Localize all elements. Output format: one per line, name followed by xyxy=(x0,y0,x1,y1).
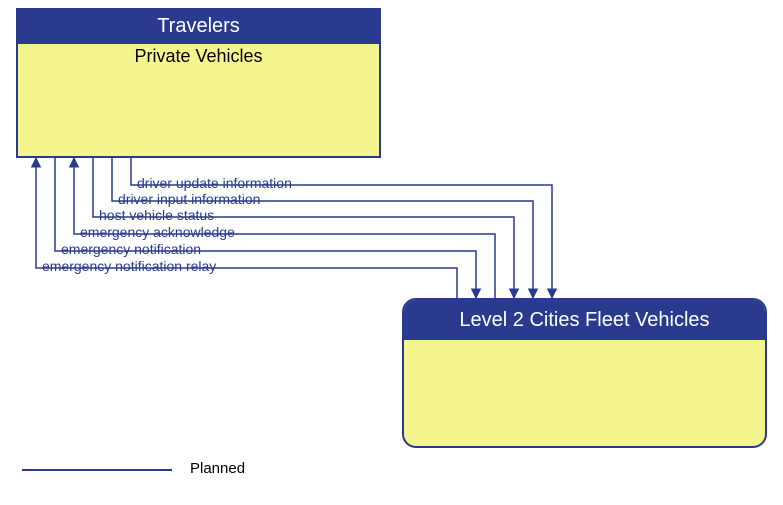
flow-label: driver update information xyxy=(137,175,292,191)
flow-label: driver input information xyxy=(118,191,260,207)
legend-planned-line xyxy=(22,469,172,471)
flow-label: emergency notification relay xyxy=(42,258,216,274)
entity-header: Level 2 Cities Fleet Vehicles xyxy=(404,300,765,340)
entity-header: Travelers xyxy=(18,10,379,44)
legend-planned-label: Planned xyxy=(190,460,245,477)
flow-label: host vehicle status xyxy=(99,207,214,223)
entity-private-vehicles: Travelers Private Vehicles xyxy=(16,8,381,158)
entity-level2-fleet-vehicles: Level 2 Cities Fleet Vehicles xyxy=(402,298,767,448)
flow-label: emergency acknowledge xyxy=(80,224,235,240)
entity-subtitle: Private Vehicles xyxy=(18,44,379,67)
flow-label: emergency notification xyxy=(61,241,201,257)
